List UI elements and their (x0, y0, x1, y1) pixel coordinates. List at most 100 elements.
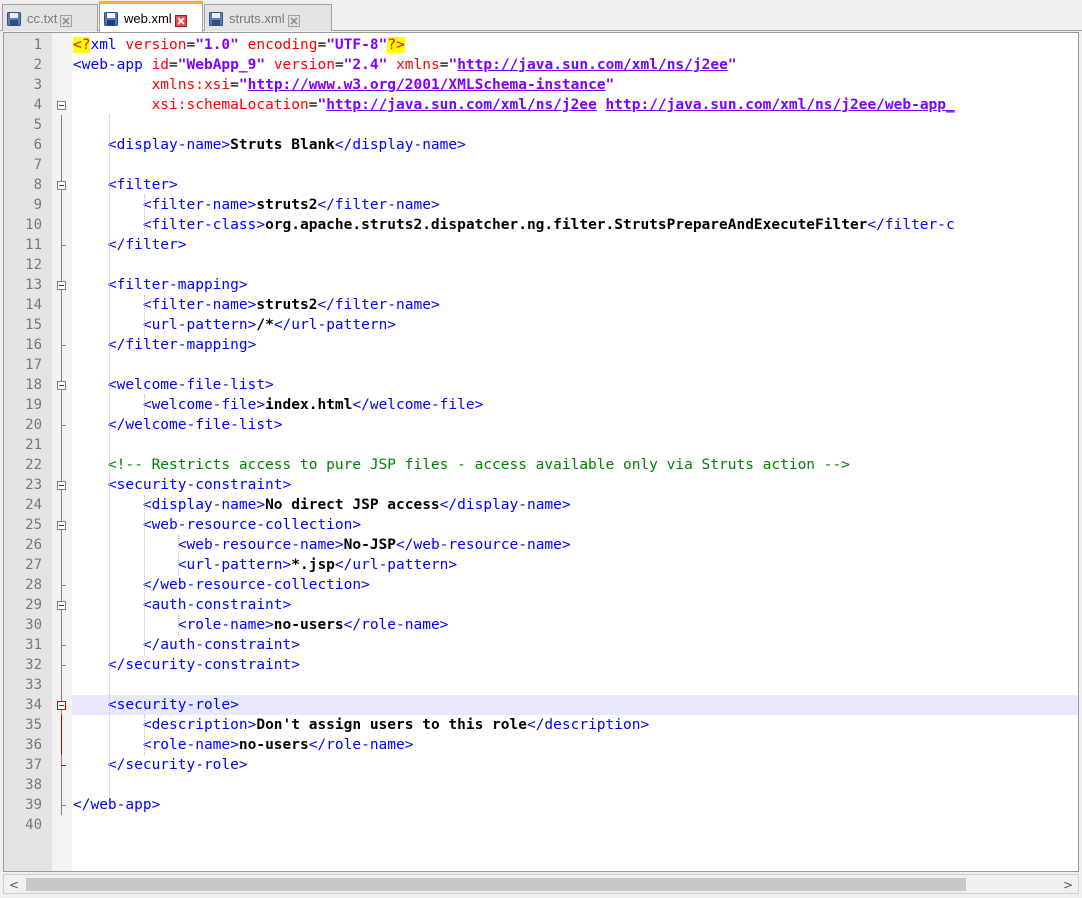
tab-struts-xml[interactable]: struts.xml (204, 4, 332, 31)
code-line[interactable]: <welcome-file>index.html</welcome-file> (73, 395, 483, 415)
code-token: <security-role> (107, 697, 239, 713)
code-token: <web-resource-name> (177, 537, 344, 553)
code-line[interactable]: xmlns:xsi="http://www.w3.org/2001/XMLSch… (73, 75, 615, 95)
code-token: </role-name> (308, 737, 414, 753)
code-line[interactable]: </web-resource-collection> (73, 575, 370, 595)
fold-toggle-icon[interactable] (57, 381, 66, 390)
code-line[interactable]: <display-name>No direct JSP access</disp… (73, 495, 571, 515)
fold-line (61, 715, 62, 755)
code-line[interactable]: xsi:schemaLocation="http://java.sun.com/… (73, 95, 955, 115)
line-number: 16 (25, 337, 42, 353)
code-token: <filter-name> (142, 197, 257, 213)
code-token: " (727, 57, 737, 73)
close-icon[interactable] (287, 12, 300, 27)
code-token: no-users (273, 617, 344, 633)
line-number: 1 (33, 37, 42, 53)
line-number: 31 (25, 637, 42, 653)
code-token: <description> (142, 717, 257, 733)
code-token: http://java.sun.com/xml/ns/j2ee (457, 57, 728, 73)
code-line[interactable]: <filter-name>struts2</filter-name> (73, 295, 440, 315)
code-token: <auth-constraint> (142, 597, 292, 613)
code-token: <filter> (107, 177, 178, 193)
line-number: 2 (33, 57, 42, 73)
line-number: 30 (25, 617, 42, 633)
fold-toggle-icon[interactable] (57, 181, 66, 190)
code-token: <!-- Restricts access to pure JSP files … (107, 457, 850, 473)
tab-label: cc.txt (27, 10, 58, 26)
code-token: Don't assign users to this role (256, 717, 527, 733)
code-line[interactable]: <security-constraint> (73, 475, 291, 495)
code-token: version (273, 57, 335, 73)
code-line[interactable]: </filter> (73, 235, 187, 255)
scroll-left-arrow-icon[interactable]: < (7, 878, 21, 892)
code-line[interactable]: </welcome-file-list> (73, 415, 283, 435)
code-token: " (238, 77, 248, 93)
code-line[interactable]: <welcome-file-list> (73, 375, 274, 395)
code-token: </display-name> (439, 497, 571, 513)
tab-web-xml[interactable]: web.xml (99, 1, 203, 32)
code-token: id (151, 57, 170, 73)
line-number: 13 (25, 277, 42, 293)
code-token: </security-role> (107, 757, 248, 773)
close-icon[interactable] (60, 12, 73, 27)
fold-toggle-icon[interactable] (57, 701, 66, 710)
line-number: 36 (25, 737, 42, 753)
scroll-right-arrow-icon[interactable]: > (1061, 878, 1075, 892)
code-editor[interactable]: 1 2 3 4 5 6 7 8 9 10 11 12 13 14 15 16 17 18 19 20 21 22 23 24 2… (3, 32, 1079, 872)
line-number: 15 (25, 317, 42, 333)
code-line[interactable]: <description>Don't assign users to this … (73, 715, 649, 735)
code-token: http://java.sun.com/xml/ns/j2ee/web-app_ (605, 97, 955, 113)
code-area[interactable]: <?xml version="1.0" encoding="UTF-8"?> <w… (72, 33, 1078, 871)
fold-toggle-icon[interactable] (57, 101, 66, 110)
code-line[interactable]: </security-role> (73, 755, 248, 775)
line-number: 32 (25, 657, 42, 673)
code-token: = (334, 57, 344, 73)
code-token: </filter-name> (317, 297, 440, 313)
code-token: " (605, 77, 615, 93)
line-number-gutter: 1 2 3 4 5 6 7 8 9 10 11 12 13 14 15 16 17 18 19 20 21 22 23 24 2… (4, 33, 52, 871)
line-number: 40 (25, 817, 42, 833)
code-line[interactable]: <role-name>no-users</role-name> (73, 615, 449, 635)
fold-toggle-icon[interactable] (57, 281, 66, 290)
code-token: = (230, 77, 239, 93)
close-icon[interactable] (174, 12, 187, 27)
code-line[interactable]: <filter-mapping> (73, 275, 248, 295)
indent-guide (178, 615, 179, 635)
code-line[interactable]: <web-resource-name>No-JSP</web-resource-… (73, 535, 571, 555)
code-line[interactable]: <web-resource-collection> (73, 515, 361, 535)
fold-toggle-icon[interactable] (57, 521, 66, 530)
horizontal-scrollbar[interactable]: < > (3, 874, 1079, 894)
code-line[interactable]: <!-- Restricts access to pure JSP files … (73, 455, 850, 475)
code-line[interactable]: </filter-mapping> (73, 335, 256, 355)
scrollbar-thumb[interactable] (26, 878, 966, 891)
code-line[interactable]: <security-role> (73, 695, 239, 715)
code-token: <role-name> (142, 737, 239, 753)
fold-toggle-icon[interactable] (57, 481, 66, 490)
code-line[interactable]: </security-constraint> (73, 655, 300, 675)
code-token: Struts Blank (230, 137, 335, 153)
code-line[interactable]: <web-app id="WebApp_9" version="2.4" xml… (73, 55, 737, 75)
code-line[interactable]: <display-name>Struts Blank</display-name… (73, 135, 466, 155)
code-line[interactable]: <filter-name>struts2</filter-name> (73, 195, 440, 215)
fold-margin[interactable] (52, 33, 72, 871)
fold-toggle-icon[interactable] (57, 601, 66, 610)
code-token: version (125, 37, 187, 53)
code-line[interactable]: </auth-constraint> (73, 635, 300, 655)
code-line[interactable]: <auth-constraint> (73, 595, 291, 615)
code-line[interactable]: </web-app> (73, 795, 160, 815)
code-line[interactable]: <url-pattern>/*</url-pattern> (73, 315, 396, 335)
code-line[interactable]: <role-name>no-users</role-name> (73, 735, 414, 755)
code-line[interactable]: <?xml version="1.0" encoding="UTF-8"?> (73, 35, 405, 55)
code-token: struts2 (256, 197, 318, 213)
fold-end-marker (61, 765, 66, 766)
tab-cc-txt[interactable]: cc.txt (2, 4, 98, 31)
code-token: <role-name> (177, 617, 274, 633)
code-line[interactable]: <filter> (73, 175, 178, 195)
code-line[interactable]: <url-pattern>*.jsp</url-pattern> (73, 555, 457, 575)
code-line[interactable]: <filter-class>org.apache.struts2.dispatc… (73, 215, 955, 235)
